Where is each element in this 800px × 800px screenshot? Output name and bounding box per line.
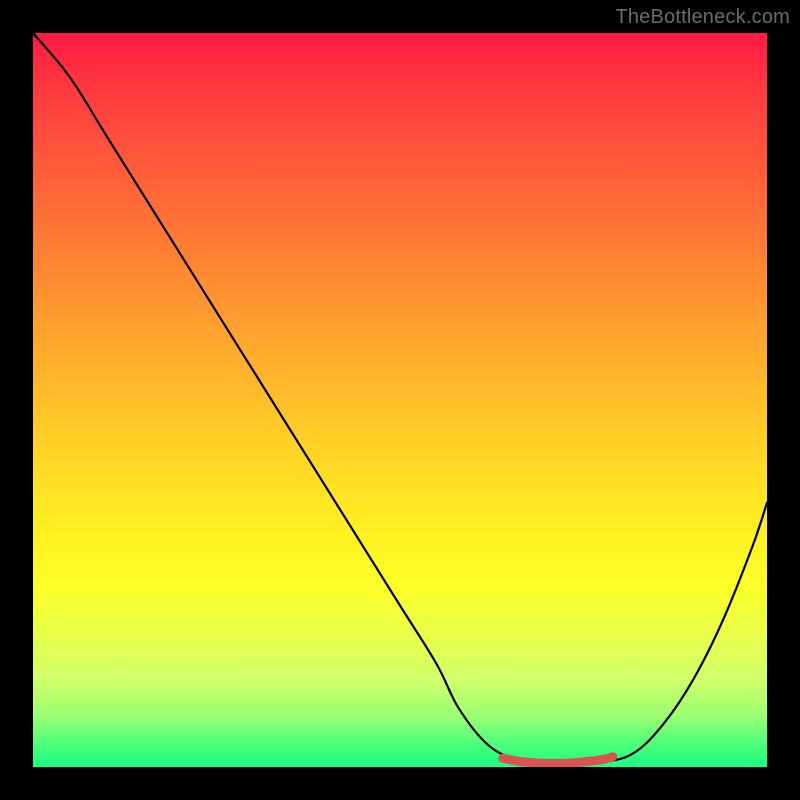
chart-svg bbox=[33, 33, 767, 767]
bottleneck-curve-path bbox=[33, 33, 767, 764]
watermark-label: TheBottleneck.com bbox=[615, 6, 790, 29]
optimal-range-marker-path bbox=[503, 757, 613, 764]
plot-area bbox=[33, 33, 767, 767]
chart-frame: TheBottleneck.com bbox=[0, 0, 800, 800]
